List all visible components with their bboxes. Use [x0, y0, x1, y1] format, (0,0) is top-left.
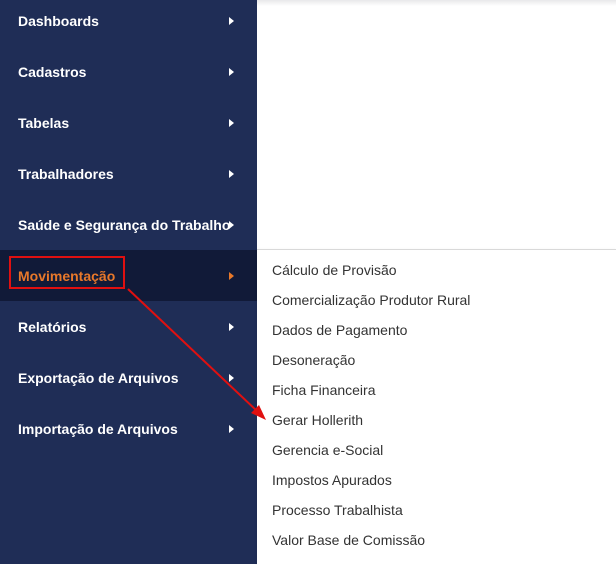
submenu-item-gerencia-esocial[interactable]: Gerencia e-Social [272, 435, 383, 465]
sidebar-item-cadastros[interactable]: Cadastros [0, 46, 257, 97]
chevron-right-icon [229, 373, 234, 382]
sidebar-item-saude-seguranca[interactable]: Saúde e Segurança do Trabalho [0, 199, 257, 250]
chevron-right-icon [229, 220, 234, 229]
sidebar-item-label: Saúde e Segurança do Trabalho [18, 216, 231, 233]
chevron-right-icon [229, 424, 234, 433]
submenu-item-dados-pagamento[interactable]: Dados de Pagamento [272, 315, 407, 345]
sidebar-item-tabelas[interactable]: Tabelas [0, 97, 257, 148]
submenu-item-comercializacao[interactable]: Comercialização Produtor Rural [272, 285, 470, 315]
sidebar-item-dashboards[interactable]: Dashboards [0, 0, 257, 46]
sidebar-item-label: Cadastros [18, 63, 87, 80]
sidebar: Dashboards Cadastros Tabelas Trabalhador… [0, 0, 257, 564]
chevron-right-icon [229, 67, 234, 76]
chevron-right-icon [229, 169, 234, 178]
sidebar-item-label: Exportação de Arquivos [18, 369, 179, 386]
submenu-item-gerar-hollerith[interactable]: Gerar Hollerith [272, 405, 363, 435]
sidebar-item-label: Trabalhadores [18, 165, 114, 182]
sidebar-item-label: Dashboards [18, 12, 99, 29]
top-bar [257, 0, 616, 6]
sidebar-item-importacao[interactable]: Importação de Arquivos [0, 403, 257, 454]
chevron-right-icon [229, 118, 234, 127]
submenu-item-processo-trabalhista[interactable]: Processo Trabalhista [272, 495, 403, 525]
submenu-item-calculo-provisao[interactable]: Cálculo de Provisão [272, 255, 397, 285]
sidebar-item-label: Tabelas [18, 114, 70, 131]
chevron-right-icon [229, 16, 234, 25]
submenu-movimentacao: Cálculo de Provisão Comercialização Prod… [257, 249, 616, 565]
sidebar-item-relatorios[interactable]: Relatórios [0, 301, 257, 352]
sidebar-item-label: Importação de Arquivos [18, 420, 178, 437]
sidebar-item-exportacao[interactable]: Exportação de Arquivos [0, 352, 257, 403]
submenu-item-ficha-financeira[interactable]: Ficha Financeira [272, 375, 376, 405]
sidebar-item-label: Movimentação [18, 267, 116, 284]
chevron-right-icon [229, 322, 234, 331]
submenu-item-impostos-apurados[interactable]: Impostos Apurados [272, 465, 392, 495]
sidebar-item-label: Relatórios [18, 318, 87, 335]
submenu-item-valor-base-comissao[interactable]: Valor Base de Comissão [272, 525, 425, 555]
sidebar-item-movimentacao[interactable]: Movimentação [0, 250, 257, 301]
submenu-item-desoneracao[interactable]: Desoneração [272, 345, 355, 375]
chevron-right-icon [229, 271, 234, 280]
sidebar-item-trabalhadores[interactable]: Trabalhadores [0, 148, 257, 199]
